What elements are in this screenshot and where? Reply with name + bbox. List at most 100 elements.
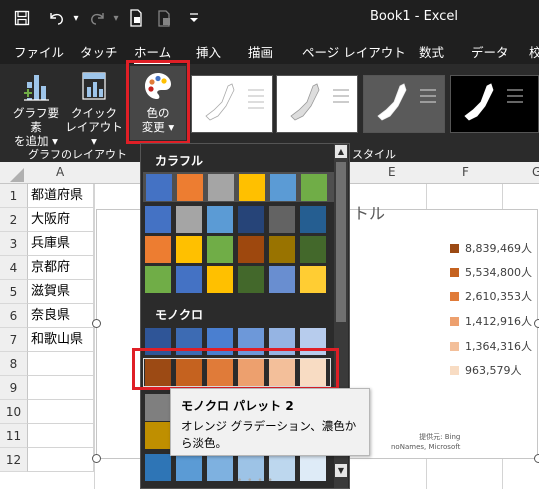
resize-handle-bottom-left[interactable] xyxy=(92,454,101,463)
legend-item: 2,610,353人 xyxy=(450,288,532,303)
swatch xyxy=(146,174,172,201)
swatch xyxy=(269,206,295,233)
cell-a4[interactable]: 京都府 xyxy=(28,256,94,280)
scrollbar-thumb[interactable] xyxy=(336,162,346,322)
redo-dropdown-icon[interactable]: ▾ xyxy=(106,8,126,28)
resize-handle-left[interactable] xyxy=(92,319,101,328)
swatch xyxy=(207,236,233,263)
resize-handle-bottom-right[interactable] xyxy=(534,454,539,463)
tab-page-layout[interactable]: ページ レイアウト xyxy=(302,42,406,61)
group-label-chart-layouts: グラフのレイアウト xyxy=(28,148,127,161)
palette-tooltip: モノクロ パレット 2 オレンジ グラデーション、濃色から淡色。 xyxy=(170,388,370,456)
redo-icon[interactable] xyxy=(88,8,108,28)
customize-toolbar-icon[interactable] xyxy=(184,8,204,28)
tab-insert[interactable]: 挿入 xyxy=(196,42,221,61)
document-title: Book1 - Excel xyxy=(370,9,459,24)
row-header[interactable]: 8 xyxy=(0,352,28,376)
legend-label: 2,610,353人 xyxy=(465,290,532,303)
format-painter-icon[interactable] xyxy=(126,8,146,28)
tab-home[interactable]: ホーム xyxy=(134,42,171,61)
chart-style-2[interactable] xyxy=(276,75,358,133)
column-divider xyxy=(94,184,95,489)
row-header[interactable]: 6 xyxy=(0,304,28,328)
select-all-icon[interactable] xyxy=(10,168,24,182)
resize-handle-right[interactable] xyxy=(534,319,539,328)
row-header[interactable]: 7 xyxy=(0,328,28,352)
tab-review[interactable]: 校 xyxy=(529,42,539,61)
add-chart-element-label-1: グラフ要素 xyxy=(13,106,59,134)
undo-icon[interactable] xyxy=(46,8,66,28)
map-thumbnail-icon xyxy=(290,83,349,121)
undo-dropdown-icon[interactable]: ▾ xyxy=(66,8,86,28)
tab-data[interactable]: データ xyxy=(471,42,509,61)
cell-a8[interactable] xyxy=(28,352,94,376)
add-chart-element-button[interactable]: グラフ要素 を追加 ▾ xyxy=(8,70,64,148)
column-header-g[interactable]: G xyxy=(532,165,539,179)
highlight-change-colors xyxy=(126,60,190,144)
column-header-e[interactable]: E xyxy=(388,165,396,179)
swatch xyxy=(300,236,326,263)
map-credit: 提供元: Bing noNames, Microsoft xyxy=(391,432,460,452)
column-header-f[interactable]: F xyxy=(462,165,469,179)
cell-a11[interactable] xyxy=(28,424,94,448)
row-header[interactable]: 11 xyxy=(0,424,28,448)
scroll-down-icon[interactable]: ▼ xyxy=(335,464,347,477)
chart-title[interactable]: トル xyxy=(353,200,385,224)
swatch xyxy=(238,236,264,263)
group-label-chart-styles: スタイル xyxy=(352,148,396,161)
row-header[interactable]: 3 xyxy=(0,232,28,256)
chart-style-4[interactable] xyxy=(450,75,539,133)
legend-label: 963,579人 xyxy=(465,364,522,377)
clipboard-icon[interactable] xyxy=(154,8,174,28)
cell-a6[interactable]: 奈良県 xyxy=(28,304,94,328)
row-header[interactable]: 1 xyxy=(0,184,28,208)
colorful-palette-2[interactable] xyxy=(145,206,329,233)
save-icon[interactable] xyxy=(12,8,32,28)
quick-layout-button[interactable]: クイック レイアウト ▾ xyxy=(64,70,124,148)
chart-style-1[interactable] xyxy=(191,75,273,133)
cell-a7[interactable]: 和歌山県 xyxy=(28,328,94,352)
tooltip-description: オレンジ グラデーション、濃色から淡色。 xyxy=(181,419,357,450)
swatch xyxy=(238,206,264,233)
colorful-palette-1[interactable] xyxy=(143,172,343,202)
row-header[interactable]: 5 xyxy=(0,280,28,304)
swatch xyxy=(269,266,295,293)
chart-style-3[interactable] xyxy=(363,75,445,133)
swatch xyxy=(176,236,202,263)
row-header[interactable]: 4 xyxy=(0,256,28,280)
resize-grip-icon[interactable]: • • • • xyxy=(237,476,274,486)
row-header[interactable]: 10 xyxy=(0,400,28,424)
row-header[interactable]: 9 xyxy=(0,376,28,400)
colorful-palette-4[interactable] xyxy=(145,266,329,293)
tab-formulas[interactable]: 数式 xyxy=(419,42,444,61)
cell-a3[interactable]: 兵庫県 xyxy=(28,232,94,256)
legend-label: 1,364,316人 xyxy=(465,340,532,353)
swatch xyxy=(145,236,171,263)
row-header[interactable]: 12 xyxy=(0,448,28,472)
legend-item: 963,579人 xyxy=(450,362,522,377)
swatch xyxy=(239,174,265,201)
quick-layout-icon xyxy=(82,72,106,100)
cell-a10[interactable] xyxy=(28,400,94,424)
column-header-a[interactable]: A xyxy=(56,165,64,179)
tab-file[interactable]: ファイル xyxy=(14,42,64,61)
legend-swatch xyxy=(450,317,459,326)
legend-swatch xyxy=(450,366,459,375)
swatch xyxy=(301,174,327,201)
scroll-up-icon[interactable]: ▲ xyxy=(335,145,347,158)
cell-a12[interactable] xyxy=(28,448,94,472)
cell-a1[interactable]: 都道府県 xyxy=(28,184,94,208)
quick-layout-label-1: クイック xyxy=(71,106,117,120)
tab-draw[interactable]: 描画 xyxy=(248,42,273,61)
row-header[interactable]: 2 xyxy=(0,208,28,232)
cell-a2[interactable]: 大阪府 xyxy=(28,208,94,232)
colorful-palette-3[interactable] xyxy=(145,236,329,263)
title-bar: ▾ ▾ Book1 - Excel xyxy=(0,0,539,36)
legend-swatch xyxy=(450,244,459,253)
swatch xyxy=(207,454,233,481)
swatch xyxy=(176,206,202,233)
add-chart-element-icon xyxy=(23,75,49,101)
cell-a5[interactable]: 滋賀県 xyxy=(28,280,94,304)
tab-touch[interactable]: タッチ xyxy=(80,42,118,61)
cell-a9[interactable] xyxy=(28,376,94,400)
